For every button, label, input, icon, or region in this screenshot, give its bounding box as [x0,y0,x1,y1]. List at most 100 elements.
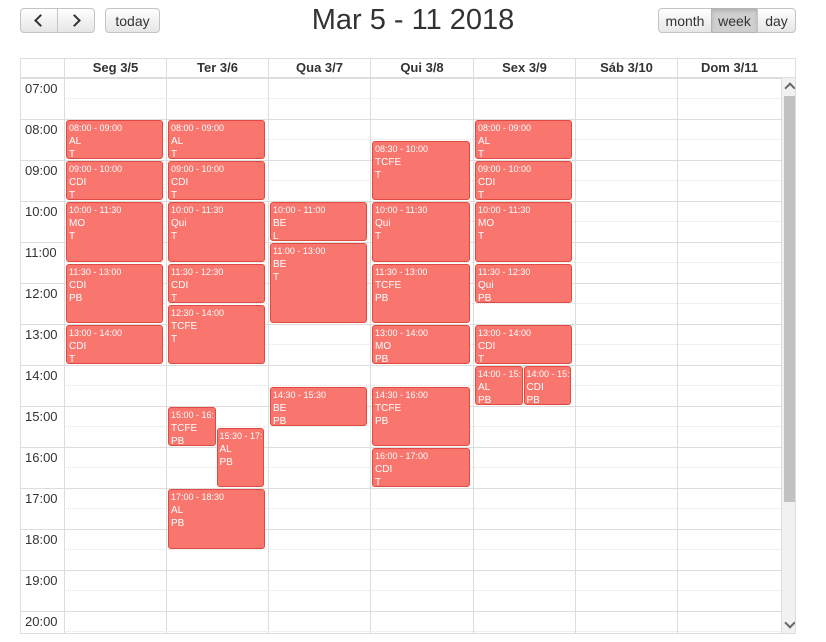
calendar-event[interactable]: 11:30 - 13:00 TCFE PB [372,263,470,323]
calendar-event[interactable]: 13:00 - 14:00 CDI T [475,325,572,364]
calendar-event[interactable]: 17:00 - 18:30 AL PB [168,489,265,549]
event-time: 15:00 - 16: [171,410,215,420]
event-time: 13:00 - 14:00 [478,328,532,338]
event-room: PB [273,415,287,426]
event-room: T [273,272,280,283]
event-time: 13:00 - 14:00 [375,328,429,338]
calendar-event[interactable]: 14:00 - 15: AL PB [475,366,523,405]
calendar-event[interactable]: 10:00 - 11:00 BE L [270,202,367,241]
event-subject: CDI [69,341,87,352]
event-subject: Qui [375,218,391,229]
event-time: 13:00 - 14:00 [69,328,123,338]
event-time: 14:00 - 15: [478,369,522,379]
calendar-event[interactable]: 15:30 - 17: AL PB [216,427,264,487]
scroll-up-icon[interactable] [784,82,795,94]
scrollbar-thumb[interactable] [784,96,795,502]
event-subject: CDI [69,177,87,188]
calendar-event[interactable]: 14:00 - 15: CDI PB [523,366,571,405]
event-room: PB [171,518,185,529]
day-header-dom[interactable]: Dom 3/11 [677,59,781,77]
event-room: T [69,354,76,364]
time-grid[interactable]: 07:00 08:00 09:00 10:00 11:00 12:00 13:0… [21,78,781,633]
calendar-event[interactable]: 10:00 - 11:30 MO T [66,202,163,262]
calendar-event[interactable]: 11:30 - 12:30 CDI T [168,263,265,303]
calendar-event[interactable]: 14:30 - 15:30 BE PB [270,386,367,426]
event-time: 10:00 - 11:30 [69,205,122,215]
view-day-button[interactable]: day [757,8,796,33]
calendar-event[interactable]: 09:00 - 10:00 CDI T [475,161,572,200]
event-subject: TCFE [171,320,198,332]
calendar-event[interactable]: 12:30 - 14:00 TCFE T [168,304,265,364]
hour-line [21,365,781,366]
event-room: PB [526,395,540,405]
event-time: 11:30 - 13:00 [375,266,428,277]
calendar-event[interactable]: 14:30 - 16:00 TCFE PB [372,386,470,446]
event-time: 11:30 - 13:00 [69,266,122,277]
time-label: 17:00 [25,491,58,506]
half-hour-line [64,98,781,99]
calendar-event[interactable]: 09:00 - 10:00 CDI T [66,161,163,200]
calendar-event[interactable]: 15:00 - 16: TCFE PB [168,407,216,446]
calendar-event[interactable]: 10:00 - 11:30 Qui T [372,202,470,262]
calendar-event[interactable]: 11:00 - 13:00 BE T [270,243,367,323]
event-subject: CDI [526,382,544,393]
scroll-down-icon[interactable] [784,617,795,629]
event-time: 14:00 - 15: [526,369,570,379]
calendar-event[interactable]: 09:00 - 10:00 CDI T [168,161,265,200]
event-room: T [171,190,178,200]
time-label: 09:00 [25,163,58,178]
event-room: T [69,190,76,200]
calendar-event[interactable]: 10:00 - 11:30 MO T [475,202,572,262]
time-label: 20:00 [25,614,58,629]
event-time: 14:30 - 16:00 [375,389,429,400]
event-room: T [69,149,76,159]
event-time: 11:30 - 12:30 [478,266,531,277]
calendar-event[interactable]: 08:00 - 09:00 AL T [168,120,265,159]
calendar-event[interactable]: 08:00 - 09:00 AL T [475,120,572,159]
day-header-sab[interactable]: Sáb 3/10 [575,59,677,77]
day-header-ter[interactable]: Ter 3/6 [166,59,268,77]
event-subject: AL [478,136,491,147]
calendar-event[interactable]: 13:00 - 14:00 CDI T [66,325,163,364]
day-header-seg[interactable]: Seg 3/5 [64,59,166,77]
event-room: PB [375,415,389,427]
day-column-divider [166,78,167,633]
half-hour-line [64,631,781,632]
calendar-event[interactable]: 16:00 - 17:00 CDI T [372,448,470,487]
day-header-qua[interactable]: Qua 3/7 [268,59,370,77]
event-room: PB [478,292,492,303]
calendar-event[interactable]: 13:00 - 14:00 MO PB [372,325,470,364]
calendar-event[interactable]: 10:00 - 11:30 Qui T [168,202,265,262]
event-time: 08:00 - 09:00 [69,123,123,133]
event-subject: TCFE [375,279,402,291]
time-label: 19:00 [25,573,58,588]
day-header-sex[interactable]: Sex 3/9 [473,59,575,77]
day-column-divider [677,78,678,633]
event-subject: BE [273,218,287,229]
time-label: 10:00 [25,204,58,219]
event-room: T [375,231,382,242]
half-hour-line [64,549,781,550]
event-subject: AL [171,136,184,147]
calendar-event[interactable]: 11:30 - 13:00 CDI PB [66,263,163,323]
event-subject: CDI [478,341,496,352]
calendar-event[interactable]: 11:30 - 12:30 Qui PB [475,263,572,303]
event-subject: BE [273,259,287,270]
hour-line [21,611,781,612]
event-subject: AL [478,382,491,393]
calendar-event[interactable]: 08:00 - 09:00 AL T [66,120,163,159]
event-subject: AL [219,443,232,455]
event-subject: AL [171,505,184,516]
view-month-button[interactable]: month [658,8,712,33]
event-subject: CDI [171,177,189,188]
event-room: PB [478,395,492,405]
event-room: T [171,292,178,303]
vertical-scrollbar[interactable] [781,78,795,633]
hour-line [21,488,781,489]
day-header-qui[interactable]: Qui 3/8 [370,59,473,77]
event-subject: CDI [478,177,496,188]
view-week-button[interactable]: week [711,8,758,33]
calendar-event[interactable]: 08:30 - 10:00 TCFE T [372,140,470,200]
event-subject: BE [273,402,287,414]
event-time: 17:00 - 18:30 [171,492,225,502]
